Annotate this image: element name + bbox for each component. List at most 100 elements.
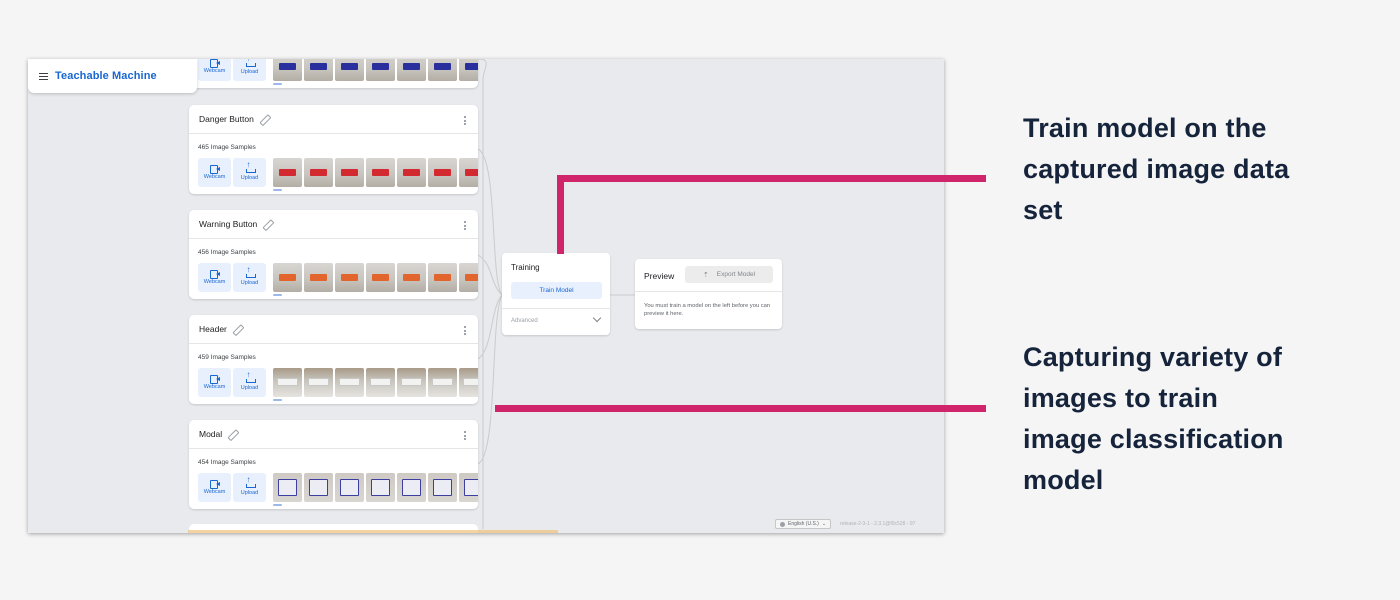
webcam-label: Webcam [203, 384, 226, 390]
menu-icon[interactable] [39, 72, 48, 80]
sample-thumbnail[interactable] [459, 368, 478, 397]
thumbnail-scroll-indicator[interactable] [273, 294, 282, 296]
capture-annotation-line: Capturing variety of [1023, 342, 1283, 372]
capture-buttons: Webcam Upload [198, 263, 268, 292]
webcam-button[interactable]: Webcam [198, 473, 231, 502]
sample-thumbnail[interactable] [428, 263, 457, 292]
class-name[interactable]: Warning Button [199, 219, 257, 229]
advanced-toggle-label[interactable]: Advanced [511, 318, 538, 324]
webcam-icon [209, 480, 220, 489]
export-icon: ⇡ [702, 271, 709, 279]
more-options-icon[interactable] [464, 326, 466, 335]
capture-annotation-line: images to train [1023, 383, 1219, 413]
language-value: English (U.S.) [788, 521, 819, 527]
sample-thumbnail[interactable] [428, 473, 457, 502]
class-name[interactable]: Danger Button [199, 114, 254, 124]
upload-icon [245, 371, 256, 383]
upload-button[interactable]: Upload [233, 59, 266, 81]
sample-thumbnail[interactable] [366, 158, 395, 187]
sample-thumbnail[interactable] [459, 473, 478, 502]
train-model-button[interactable]: Train Model [511, 282, 602, 299]
sample-thumbnail[interactable] [335, 368, 364, 397]
sample-thumbnail[interactable] [273, 158, 302, 187]
sample-thumbnail[interactable] [335, 59, 364, 81]
sample-thumbnail[interactable] [459, 263, 478, 292]
sample-thumbnail[interactable] [366, 263, 395, 292]
capture-annotation: Capturing variety of images to train ima… [1023, 337, 1284, 501]
sample-thumbnail[interactable] [459, 158, 478, 187]
sample-thumbnail[interactable] [304, 263, 333, 292]
sample-thumbnail[interactable] [428, 158, 457, 187]
upload-icon [245, 161, 256, 173]
sample-thumbnails [273, 263, 478, 292]
class-card-header: Danger Button [189, 105, 478, 134]
divider [635, 291, 782, 292]
app-header: Teachable Machine [28, 59, 197, 93]
webcam-icon [209, 375, 220, 384]
sample-thumbnail[interactable] [304, 158, 333, 187]
more-options-icon[interactable] [464, 221, 466, 230]
sample-thumbnail[interactable] [335, 158, 364, 187]
app-title[interactable]: Teachable Machine [55, 70, 157, 82]
upload-label: Upload [240, 279, 259, 286]
sample-thumbnail[interactable] [397, 59, 426, 81]
bottom-accent-bar [188, 530, 558, 533]
pencil-icon[interactable] [228, 430, 237, 439]
class-name[interactable]: Modal [199, 429, 222, 439]
pencil-icon[interactable] [233, 325, 242, 334]
sample-thumbnail[interactable] [273, 263, 302, 292]
sample-thumbnail[interactable] [304, 59, 333, 81]
pencil-icon[interactable] [260, 115, 269, 124]
sample-thumbnail[interactable] [366, 368, 395, 397]
language-select[interactable]: English (U.S.) ⌄ [775, 519, 832, 529]
sample-thumbnail[interactable] [366, 473, 395, 502]
train-annotation-line: Train model on the [1023, 113, 1267, 143]
class-name[interactable]: Header [199, 324, 227, 334]
thumbnail-scroll-indicator[interactable] [273, 504, 282, 506]
sample-thumbnail[interactable] [397, 368, 426, 397]
sample-thumbnail[interactable] [397, 158, 426, 187]
train-callout-vertical [557, 175, 564, 254]
class-card-header: Modal [189, 420, 478, 449]
webcam-icon [209, 165, 220, 174]
export-model-label: Export Model [716, 271, 756, 278]
export-model-button[interactable]: ⇡ Export Model [685, 266, 773, 283]
divider [502, 308, 610, 309]
webcam-button[interactable]: Webcam [198, 368, 231, 397]
thumbnail-scroll-indicator[interactable] [273, 189, 282, 191]
sample-thumbnail[interactable] [397, 473, 426, 502]
chevron-down-icon[interactable] [592, 313, 602, 323]
upload-button[interactable]: Upload [233, 263, 266, 292]
thumbnail-scroll-indicator[interactable] [273, 83, 282, 85]
webcam-label: Webcam [203, 279, 226, 285]
capture-buttons: Webcam Upload [198, 158, 268, 187]
sample-thumbnail[interactable] [273, 368, 302, 397]
capture-buttons: Webcam Upload [198, 473, 268, 502]
upload-icon [245, 59, 256, 67]
capture-annotation-line: model [1023, 465, 1104, 495]
sample-thumbnail[interactable] [335, 473, 364, 502]
more-options-icon[interactable] [464, 431, 466, 440]
pencil-icon[interactable] [263, 220, 272, 229]
sample-thumbnail[interactable] [304, 473, 333, 502]
sample-thumbnail[interactable] [397, 263, 426, 292]
sample-thumbnail[interactable] [459, 59, 478, 81]
sample-thumbnail[interactable] [335, 263, 364, 292]
webcam-button[interactable]: Webcam [198, 158, 231, 187]
sample-thumbnail[interactable] [366, 59, 395, 81]
sample-thumbnail[interactable] [273, 59, 302, 81]
webcam-button[interactable]: Webcam [198, 263, 231, 292]
sample-thumbnail[interactable] [428, 368, 457, 397]
upload-button[interactable]: Upload [233, 158, 266, 187]
webcam-button[interactable]: Webcam [198, 59, 231, 81]
sample-thumbnail[interactable] [304, 368, 333, 397]
webcam-icon [209, 270, 220, 279]
sample-thumbnail[interactable] [273, 473, 302, 502]
upload-button[interactable]: Upload [233, 473, 266, 502]
more-options-icon[interactable] [464, 116, 466, 125]
upload-button[interactable]: Upload [233, 368, 266, 397]
webcam-icon [209, 59, 220, 68]
class-card-partial: Webcam Upload [189, 59, 478, 88]
thumbnail-scroll-indicator[interactable] [273, 399, 282, 401]
sample-thumbnail[interactable] [428, 59, 457, 81]
